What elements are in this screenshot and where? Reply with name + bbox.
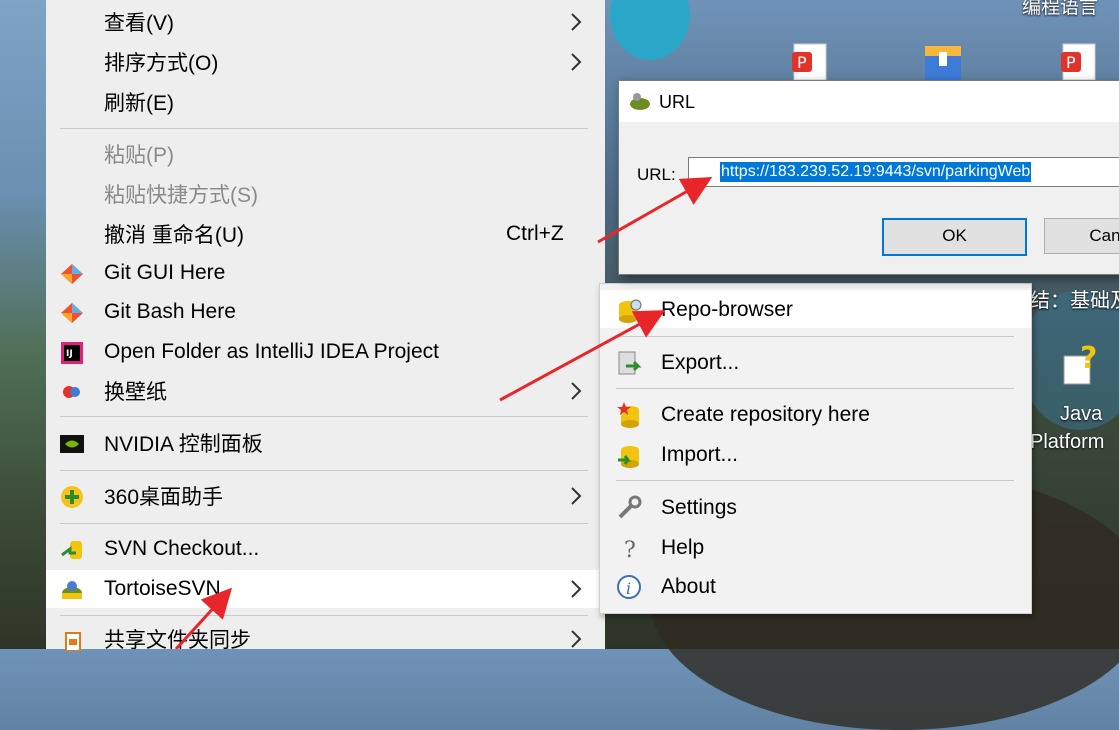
chevron-right-icon [571,13,582,31]
submenu-item-settings[interactable]: Settings [600,488,1031,526]
menu-item-refresh[interactable]: 刷新(E) [46,83,605,121]
menu-item-wallpaper[interactable]: 换壁纸 [46,372,605,410]
chevron-right-icon [571,630,582,648]
menu-separator [60,128,588,129]
export-icon [618,351,642,375]
menu-separator [60,615,588,616]
submenu-item-about[interactable]: i About [600,567,1031,605]
menu-item-label: 换壁纸 [104,381,167,404]
wallpaper-icon [63,386,80,398]
menu-item-label: 粘贴快捷方式(S) [104,184,258,207]
submenu-item-help[interactable]: ? Help [600,528,1031,566]
submenu-item-label: Create repository here [661,403,870,426]
menu-item-nvidia[interactable]: NVIDIA 控制面板 [46,424,605,462]
ok-button[interactable]: OK [882,218,1027,256]
tortoisesvn-icon [62,581,82,599]
chevron-right-icon [571,382,582,400]
wrench-icon [618,495,642,519]
menu-item-undo-rename[interactable]: 撤消 重命名(U) Ctrl+Z [46,215,605,253]
svg-text:IJ: IJ [66,349,73,359]
tortoisesvn-submenu: Repo-browser Export... Create repository… [599,283,1032,614]
submenu-item-import[interactable]: Import... [600,435,1031,473]
menu-item-label: 共享文件夹同步 [104,629,251,652]
url-label: URL: [637,165,676,184]
git-icon [61,264,83,284]
cancel-button[interactable]: Can [1044,218,1119,254]
submenu-item-repo-browser[interactable]: Repo-browser [600,290,1031,328]
menu-item-label: Git Bash Here [104,300,236,323]
menu-item-label: Open Folder as IntelliJ IDEA Project [104,340,439,363]
svg-text:P: P [1066,53,1076,72]
intellij-icon: IJ [61,342,83,364]
menu-separator [60,416,588,417]
menu-item-share-sync[interactable]: 共享文件夹同步 [46,620,605,658]
svg-text:?: ? [1080,341,1097,376]
menu-item-intellij[interactable]: IJ Open Folder as IntelliJ IDEA Project [46,333,605,371]
svg-text:i: i [626,579,631,598]
menu-separator [616,336,1014,337]
sync-icon [65,632,81,651]
submenu-item-label: About [661,575,716,598]
submenu-item-label: Export... [661,351,740,374]
import-icon [618,446,639,468]
menu-separator [60,523,588,524]
menu-item-label: Git GUI Here [104,261,226,284]
dialog-titlebar[interactable]: URL [619,81,1119,122]
repo-browser-icon [619,299,642,323]
menu-item-label: 刷新(E) [104,92,174,115]
submenu-item-export[interactable]: Export... [600,343,1031,381]
menu-separator [616,480,1014,481]
menu-item-tortoisesvn[interactable]: TortoiseSVN [46,570,605,608]
desktop-context-menu: 查看(V) 排序方式(O) 刷新(E) 粘贴(P) 粘贴快捷方式(S) 撤消 重… [46,0,605,652]
svg-text:P: P [797,53,807,72]
360-icon [61,486,83,508]
menu-item-360[interactable]: 360桌面助手 [46,477,605,515]
menu-item-label: NVIDIA 控制面板 [104,433,263,456]
git-icon [61,303,83,323]
menu-item-svn-checkout[interactable]: SVN Checkout... [46,530,605,568]
menu-item-label: 撤消 重命名(U) [104,224,244,247]
url-dialog: URL URL: https://183.239.52.19:9443/svn/… [618,80,1119,275]
desktop-icon-label: Platform [1030,431,1105,453]
tortoisesvn-icon [630,93,650,110]
menu-item-label: 360桌面助手 [104,486,224,509]
menu-item-sort[interactable]: 排序方式(O) [46,43,605,81]
menu-item-paste-shortcut[interactable]: 粘贴快捷方式(S) [46,175,605,213]
submenu-item-create-repo[interactable]: Create repository here [600,395,1031,433]
desktop-icon-label: Java [1060,403,1103,425]
desktop-side-text: 结：基础及 [1030,290,1119,312]
menu-item-label: 粘贴(P) [104,144,174,167]
chevron-right-icon [571,580,582,598]
submenu-item-label: Repo-browser [661,298,793,321]
menu-item-label: 查看(V) [104,12,174,35]
menu-item-view[interactable]: 查看(V) [46,3,605,41]
java-platform-icon[interactable]: ? [1062,338,1106,388]
submenu-item-label: Settings [661,496,737,519]
menu-item-label: TortoiseSVN [104,577,221,600]
shortcut-label: Ctrl+Z [506,222,564,245]
create-repo-icon [617,402,639,428]
dialog-title: URL [659,92,696,112]
menu-item-label: SVN Checkout... [104,537,260,560]
svn-checkout-icon [61,541,82,559]
menu-item-label: 排序方式(O) [104,52,219,75]
menu-item-paste[interactable]: 粘贴(P) [46,135,605,173]
url-input[interactable]: https://183.239.52.19:9443/svn/parkingWe… [688,157,1119,187]
desktop-top-label: 编程语言 [1022,0,1099,18]
submenu-item-label: Import... [661,443,739,466]
menu-item-git-gui[interactable]: Git GUI Here [46,254,605,292]
menu-item-git-bash[interactable]: Git Bash Here [46,293,605,331]
submenu-item-label: Help [661,536,705,559]
wallpaper-bird [610,0,690,60]
menu-separator [60,470,588,471]
chevron-right-icon [571,487,582,505]
help-icon: ? [624,538,636,561]
svg-text:?: ? [624,538,636,561]
nvidia-icon [60,435,84,453]
info-icon: i [617,575,641,599]
menu-separator [616,388,1014,389]
desktop-left-strip [0,0,46,649]
url-input-value: https://183.239.52.19:9443/svn/parkingWe… [720,162,1032,182]
chevron-right-icon [571,53,582,71]
